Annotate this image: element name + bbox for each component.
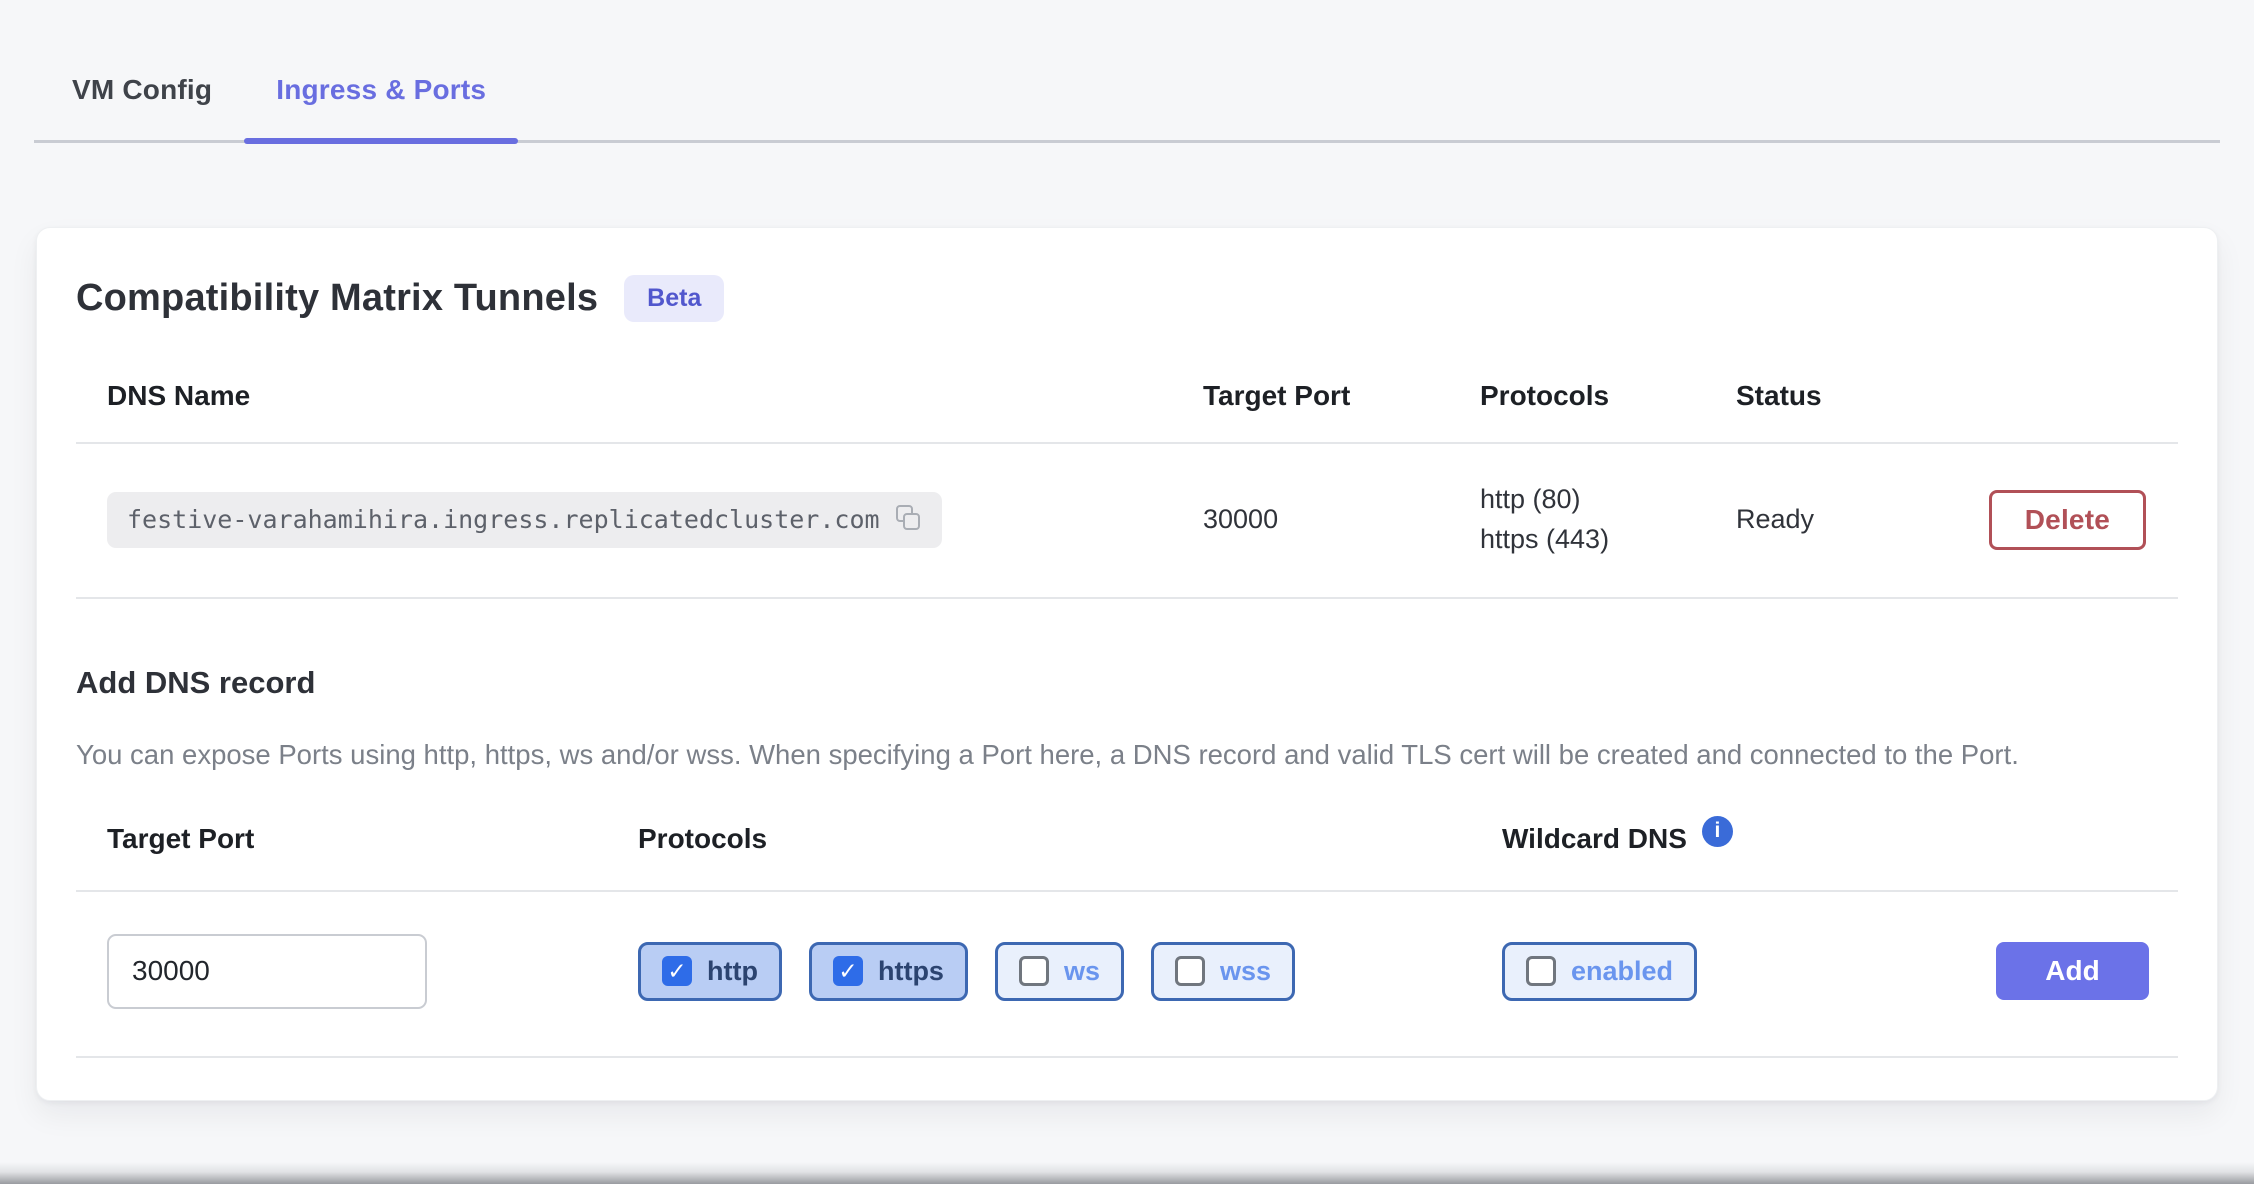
chip-label: ws — [1064, 956, 1100, 987]
protocol-chip-ws[interactable]: ws — [995, 942, 1124, 1001]
chip-label: http — [707, 956, 758, 987]
protocol-chip-wss[interactable]: wss — [1151, 942, 1295, 1001]
protocol-http: http (80) — [1480, 480, 1736, 520]
chip-label: https — [878, 956, 944, 987]
copy-icon[interactable] — [896, 505, 924, 535]
tab-bar: VM Config Ingress & Ports — [34, 42, 2220, 143]
col-header-dns-name: DNS Name — [107, 380, 1203, 412]
add-button[interactable]: Add — [1996, 942, 2149, 1000]
table-row: festive-varahamihira.ingress.replicatedc… — [76, 444, 2178, 599]
protocol-chip-http[interactable]: ✓ http — [638, 942, 782, 1001]
checkbox-unchecked-icon[interactable] — [1526, 956, 1556, 986]
protocols-cell: http (80) https (443) — [1480, 480, 1736, 560]
col-header-target-port: Target Port — [1203, 380, 1480, 412]
beta-badge: Beta — [624, 275, 724, 322]
target-port-input[interactable] — [107, 934, 427, 1009]
wildcard-dns-label: Wildcard DNS — [1502, 823, 1687, 855]
target-port-cell: 30000 — [1203, 504, 1480, 535]
protocol-chip-row: ✓ http ✓ https ws wss — [638, 942, 1502, 1001]
protocol-https: https (443) — [1480, 520, 1736, 560]
col-header-protocols: Protocols — [1480, 380, 1736, 412]
chip-label: wss — [1220, 956, 1271, 987]
form-header-protocols: Protocols — [638, 823, 1502, 855]
status-cell: Ready — [1736, 504, 1950, 535]
protocol-chip-https[interactable]: ✓ https — [809, 942, 968, 1001]
card-title-row: Compatibility Matrix Tunnels Beta — [76, 275, 2178, 322]
add-dns-record-description: You can expose Ports using http, https, … — [76, 735, 2116, 775]
dns-name-pill: festive-varahamihira.ingress.replicatedc… — [107, 492, 942, 548]
tab-ingress-ports[interactable]: Ingress & Ports — [244, 42, 518, 140]
add-dns-record-title: Add DNS record — [76, 665, 2178, 701]
window-bottom-edge — [0, 1162, 2254, 1184]
checkbox-unchecked-icon[interactable] — [1175, 956, 1205, 986]
tunnels-table-header: DNS Name Target Port Protocols Status — [76, 380, 2178, 444]
page-title: Compatibility Matrix Tunnels — [76, 277, 598, 320]
checkbox-unchecked-icon[interactable] — [1019, 956, 1049, 986]
add-form-header: Target Port Protocols Wildcard DNS i — [76, 823, 2178, 892]
delete-button[interactable]: Delete — [1989, 490, 2146, 550]
info-icon[interactable]: i — [1702, 816, 1733, 847]
tunnels-card: Compatibility Matrix Tunnels Beta DNS Na… — [36, 227, 2218, 1101]
wildcard-enabled-chip[interactable]: enabled — [1502, 942, 1697, 1001]
form-header-wildcard-dns: Wildcard DNS i — [1502, 823, 1996, 855]
tab-vm-config[interactable]: VM Config — [40, 42, 244, 140]
chip-label: enabled — [1571, 956, 1673, 987]
dns-name-cell: festive-varahamihira.ingress.replicatedc… — [107, 492, 1203, 548]
add-form-row: ✓ http ✓ https ws wss enabled Add — [76, 934, 2178, 1009]
card-bottom-divider — [76, 1056, 2178, 1058]
checkbox-checked-icon[interactable]: ✓ — [662, 956, 692, 986]
dns-name-text: festive-varahamihira.ingress.replicatedc… — [127, 505, 880, 534]
col-header-status: Status — [1736, 380, 1950, 412]
form-header-target-port: Target Port — [107, 823, 638, 855]
checkbox-checked-icon[interactable]: ✓ — [833, 956, 863, 986]
